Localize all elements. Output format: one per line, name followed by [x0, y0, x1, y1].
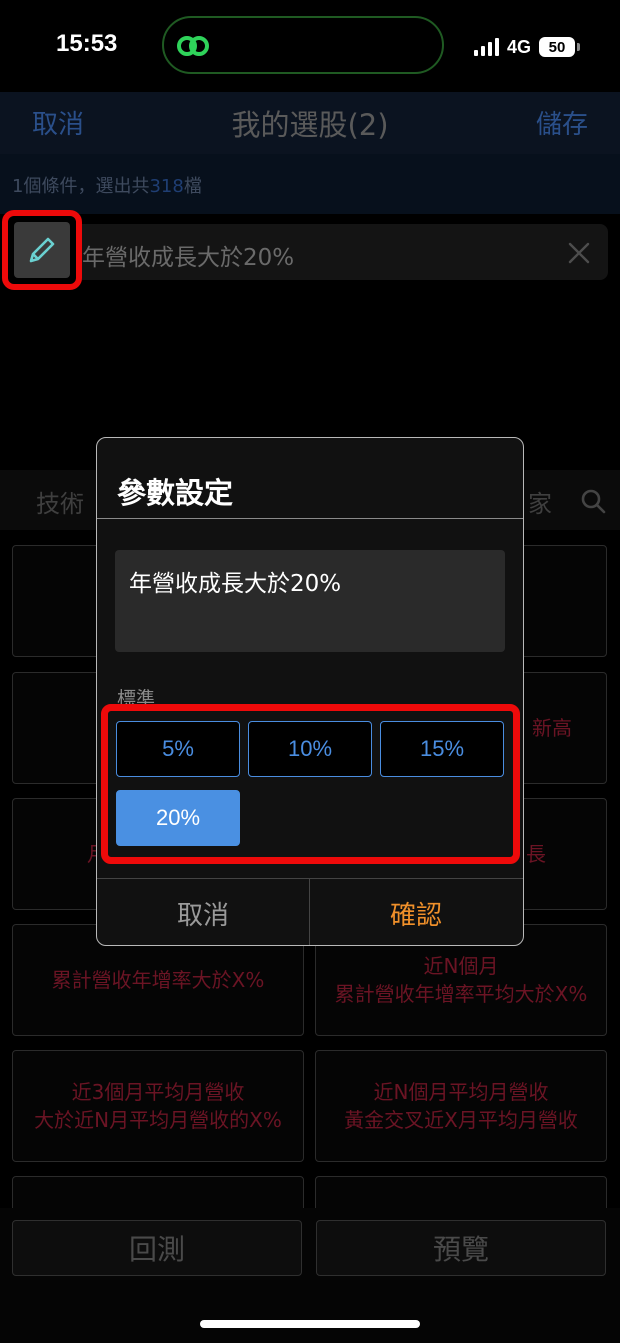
condition-description: 年營收成長大於20%: [129, 571, 342, 597]
dialog-footer: 取消 確認: [97, 878, 523, 945]
header-save-button[interactable]: 儲存: [536, 104, 588, 141]
grid-card[interactable]: 近3個月平均月營收 大於近N月平均月營收的X%: [12, 1050, 304, 1162]
result-count: 318: [149, 176, 184, 197]
link-app-icon: [177, 36, 209, 56]
status-indicators: 4G 50: [473, 34, 580, 60]
edit-condition-button[interactable]: [2, 210, 82, 290]
close-icon[interactable]: [566, 240, 592, 266]
option-15-percent[interactable]: 15%: [380, 721, 504, 777]
status-bar: 15:53 4G 50: [0, 0, 620, 92]
cellular-signal-icon: [473, 38, 499, 56]
option-5-percent[interactable]: 5%: [116, 721, 240, 777]
parameter-settings-dialog: 參數設定 年營收成長大於20% 標準 5% 10% 15% 20% 取消 確認: [96, 437, 524, 946]
condition-description-box: 年營收成長大於20%: [115, 550, 505, 652]
preview-button[interactable]: 預覽: [316, 1220, 606, 1276]
condition-text: 年營收成長大於20%: [82, 245, 295, 271]
home-indicator[interactable]: [200, 1320, 420, 1328]
dialog-title: 參數設定: [117, 476, 234, 510]
dialog-cancel-button[interactable]: 取消: [97, 879, 309, 945]
dynamic-island: [162, 16, 444, 74]
dialog-confirm-button[interactable]: 確認: [310, 879, 522, 945]
option-20-percent[interactable]: 20%: [116, 790, 240, 846]
battery-tip: [577, 43, 580, 51]
backtest-button[interactable]: 回測: [12, 1220, 302, 1276]
summary-text: 1個條件，選出共318檔: [12, 176, 202, 197]
tab-partial[interactable]: 家: [528, 484, 552, 519]
app-header: 取消 我的選股(2) 儲存: [0, 92, 620, 154]
page-title: 我的選股(2): [231, 108, 389, 142]
network-type: 4G: [506, 36, 531, 57]
status-time: 15:53: [56, 30, 118, 57]
option-10-percent[interactable]: 10%: [248, 721, 372, 777]
grid-card[interactable]: 近N個月平均月營收 黃金交叉近X月平均月營收: [315, 1050, 607, 1162]
battery-icon: 50: [539, 37, 575, 57]
pencil-icon: [29, 237, 55, 263]
tab-technical[interactable]: 技術: [36, 484, 84, 519]
dialog-divider: [97, 518, 523, 519]
search-icon[interactable]: [580, 488, 606, 514]
result-summary: 1個條件，選出共318檔: [0, 154, 620, 214]
